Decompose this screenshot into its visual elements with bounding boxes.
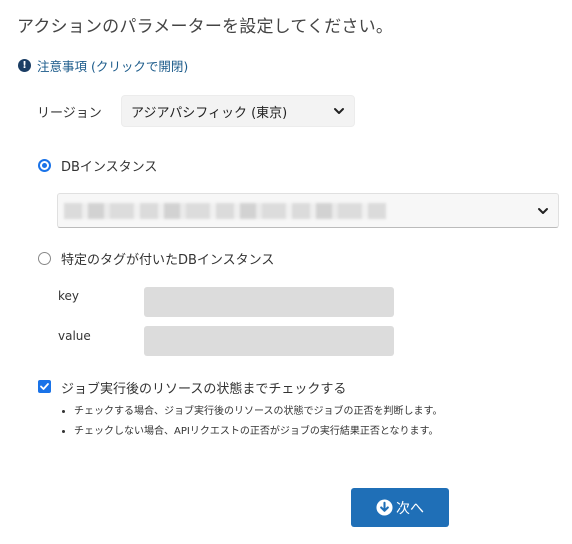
chevron-down-icon [538, 207, 548, 214]
notice-label: 注意事項 (クリックで開閉) [37, 59, 189, 74]
next-button-label: 次へ [396, 500, 424, 517]
check-status-notes: チェックする場合、ジョブ実行後のリソースの状態でジョブの正否を判断します。 チェ… [58, 402, 443, 442]
db-instance-radio[interactable] [38, 159, 51, 172]
chevron-down-icon [334, 108, 344, 114]
tagged-instance-label: 特定のタグが付いたDBインスタンス [61, 253, 275, 268]
tag-key-label: key [58, 289, 80, 303]
tag-value-input[interactable] [144, 326, 394, 356]
check-status-checkbox[interactable] [38, 380, 51, 393]
list-item: チェックする場合、ジョブ実行後のリソースの状態でジョブの正否を判断します。 [74, 402, 443, 422]
tag-value-label: value [58, 329, 91, 343]
next-button[interactable]: 次へ [351, 488, 449, 527]
check-status-label: ジョブ実行後のリソースの状態までチェックする [61, 382, 347, 397]
exclamation-circle-icon: ! [18, 59, 31, 72]
tagged-instance-radio[interactable] [38, 252, 51, 265]
db-instance-select[interactable] [57, 193, 559, 228]
notice-toggle[interactable]: ! 注意事項 (クリックで開閉) [18, 56, 188, 75]
region-selected-value: アジアパシフィック (東京) [131, 105, 288, 121]
tag-key-input[interactable] [144, 287, 394, 317]
region-select[interactable]: アジアパシフィック (東京) [121, 95, 355, 127]
redacted-instance-name [64, 203, 386, 219]
region-label: リージョン [37, 106, 102, 121]
page-title: アクションのパラメーターを設定してください。 [17, 17, 394, 37]
db-instance-label: DBインスタンス [61, 160, 158, 175]
arrow-down-circle-icon [376, 499, 393, 516]
list-item: チェックしない場合、APIリクエストの正否がジョブの実行結果正否となります。 [74, 422, 443, 442]
checkmark-icon [40, 383, 49, 390]
